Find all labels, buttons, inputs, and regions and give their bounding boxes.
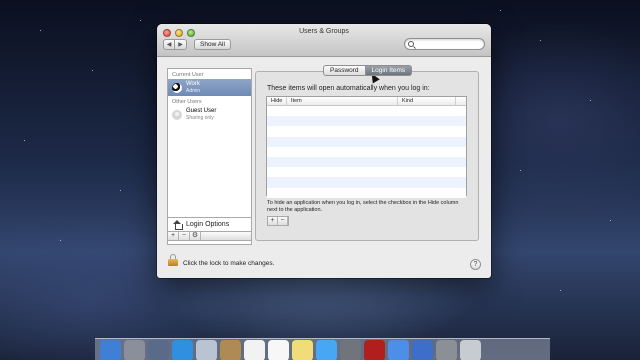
dock-icons bbox=[100, 340, 481, 360]
mail-icon[interactable] bbox=[196, 340, 217, 360]
other-users-header: Other Users bbox=[172, 99, 202, 105]
user-role: Admin bbox=[186, 87, 201, 94]
search-icon bbox=[408, 41, 414, 47]
trash-icon[interactable] bbox=[460, 340, 481, 360]
titlebar: Users & Groups ◀ ▶ Show All bbox=[157, 24, 491, 57]
current-user-header: Current User bbox=[172, 72, 204, 78]
yin-yang-avatar-icon bbox=[172, 82, 182, 93]
sidebar-item-guest[interactable]: Guest User Sharing only bbox=[168, 106, 251, 123]
sidebar-toolbar: + − ⚙ bbox=[167, 231, 252, 241]
add-user-button[interactable]: + bbox=[168, 232, 179, 240]
column-header-kind[interactable]: Kind bbox=[398, 97, 456, 105]
table-row bbox=[267, 187, 466, 198]
mission-control-icon[interactable] bbox=[148, 340, 169, 360]
sidebar-item-work[interactable]: Work Admin bbox=[168, 79, 251, 96]
system-preferences-icon[interactable] bbox=[436, 340, 457, 360]
login-items-table[interactable]: Hide Item Kind bbox=[266, 96, 467, 198]
contacts-icon[interactable] bbox=[220, 340, 241, 360]
house-icon bbox=[173, 220, 183, 230]
users-groups-window: Users & Groups ◀ ▶ Show All Current User… bbox=[157, 24, 491, 278]
facetime-icon[interactable] bbox=[340, 340, 361, 360]
table-row bbox=[267, 136, 466, 147]
table-row bbox=[267, 177, 466, 188]
back-button[interactable]: ◀ bbox=[163, 39, 175, 50]
nav-buttons: ◀ ▶ bbox=[163, 39, 187, 50]
login-items-hint: To hide an application when you log in, … bbox=[267, 200, 459, 213]
itunes-icon[interactable] bbox=[388, 340, 409, 360]
launchpad-icon[interactable] bbox=[124, 340, 145, 360]
login-options-item[interactable]: Login Options bbox=[167, 217, 252, 231]
calendar-icon[interactable] bbox=[244, 340, 265, 360]
table-row bbox=[267, 106, 466, 117]
table-body bbox=[267, 106, 466, 198]
notes-icon[interactable] bbox=[292, 340, 313, 360]
reminders-icon[interactable] bbox=[268, 340, 289, 360]
help-button[interactable]: ? bbox=[470, 259, 481, 270]
tab-bar: Password Login Items bbox=[323, 65, 413, 76]
lock-text: Click the lock to make changes. bbox=[183, 260, 275, 267]
column-header-hide[interactable]: Hide bbox=[267, 97, 287, 105]
forward-button[interactable]: ▶ bbox=[175, 39, 187, 50]
login-options-label: Login Options bbox=[186, 221, 230, 228]
app-store-icon[interactable] bbox=[412, 340, 433, 360]
table-row bbox=[267, 156, 466, 168]
search-input[interactable] bbox=[404, 38, 485, 50]
show-all-button[interactable]: Show All bbox=[194, 39, 231, 50]
column-header-item[interactable]: Item bbox=[287, 97, 398, 105]
finder-icon[interactable] bbox=[100, 340, 121, 360]
user-role: Sharing only bbox=[186, 114, 214, 121]
login-items-toolbar: + − bbox=[267, 216, 289, 226]
add-login-item-button[interactable]: + bbox=[268, 217, 278, 225]
guest-avatar-icon bbox=[172, 109, 182, 120]
user-name: Work bbox=[186, 81, 200, 88]
table-header: Hide Item Kind bbox=[267, 97, 466, 106]
gear-icon[interactable]: ⚙ bbox=[190, 232, 201, 240]
window-title: Users & Groups bbox=[299, 28, 349, 35]
remove-user-button[interactable]: − bbox=[179, 232, 190, 240]
remove-login-item-button[interactable]: − bbox=[278, 217, 288, 225]
messages-icon[interactable] bbox=[316, 340, 337, 360]
safari-icon[interactable] bbox=[172, 340, 193, 360]
table-row bbox=[267, 126, 466, 137]
tab-login-items[interactable]: Login Items bbox=[365, 65, 413, 76]
table-row bbox=[267, 167, 466, 178]
user-name: Guest User bbox=[186, 108, 217, 115]
login-items-message: These items will open automatically when… bbox=[267, 85, 430, 92]
photo-booth-icon[interactable] bbox=[364, 340, 385, 360]
lock-icon[interactable] bbox=[168, 254, 178, 266]
tab-password[interactable]: Password bbox=[323, 65, 366, 76]
table-row bbox=[267, 116, 466, 127]
table-row bbox=[267, 146, 466, 157]
